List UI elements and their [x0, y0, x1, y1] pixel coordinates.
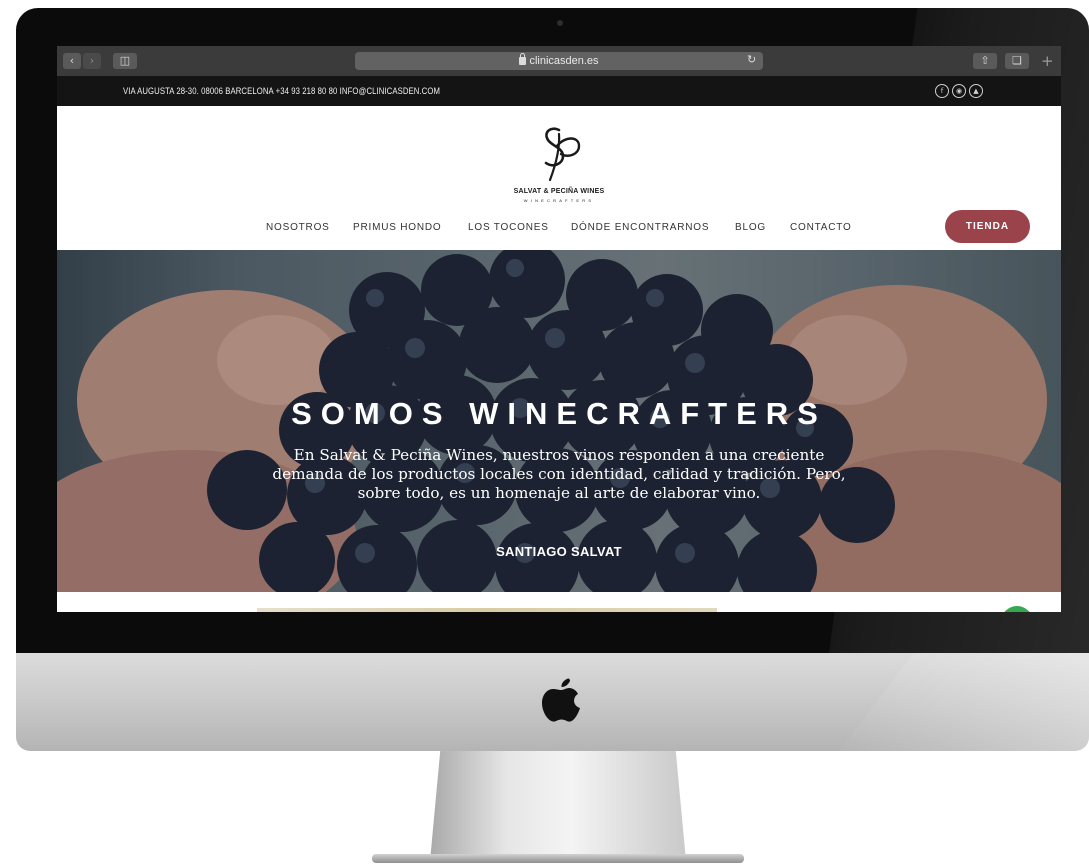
stage: ‹ › ◫ clinicasden.es ↻ ⇧ ❏ + VIA AUGUSTA… [0, 0, 1089, 868]
back-button[interactable]: ‹ [63, 53, 81, 69]
hero-title: SOMOS WINECRAFTERS [291, 396, 827, 431]
apple-logo-icon [542, 678, 580, 722]
nav-item-donde-encontrarnos[interactable]: DÓNDE ENCONTRARNOS [571, 222, 709, 233]
tabs-icon: ❏ [1012, 54, 1022, 67]
address-text: clinicasden.es [355, 52, 763, 70]
sidebar-icon: ◫ [119, 54, 131, 67]
hero-section: SOMOS WINECRAFTERS En Salvat & Peciña Wi… [57, 250, 1061, 592]
tripadvisor-icon[interactable]: ▲ [969, 84, 983, 98]
imac-stand-foot [372, 854, 744, 863]
logo-monogram[interactable] [537, 124, 585, 182]
hero-quote: En Salvat & Peciña Wines, nuestros vinos… [272, 446, 846, 502]
screen: ‹ › ◫ clinicasden.es ↻ ⇧ ❏ + VIA AUGUSTA… [57, 46, 1061, 612]
next-section-peek [57, 592, 1061, 612]
address-bar[interactable]: clinicasden.es ↻ [355, 52, 763, 70]
instagram-icon[interactable]: ◉ [952, 84, 966, 98]
contact-info: VIA AUGUSTA 28-30. 08006 BARCELONA +34 9… [123, 86, 440, 96]
nav-item-contacto[interactable]: CONTACTO [790, 222, 852, 233]
whatsapp-icon[interactable] [1001, 606, 1033, 612]
chevron-right-icon: › [89, 54, 95, 67]
next-section-heading [257, 608, 717, 612]
chin-shine [839, 653, 1089, 751]
social-links: f ◉ ▲ [935, 84, 983, 98]
facebook-icon[interactable]: f [935, 84, 949, 98]
reload-icon[interactable]: ↻ [747, 53, 756, 66]
forward-button[interactable]: › [83, 53, 101, 69]
lock-icon [519, 53, 527, 65]
imac-stand [430, 751, 686, 861]
imac-chin [16, 653, 1089, 751]
camera-dot [557, 20, 563, 26]
logo-name: SALVAT & PECIÑA WINES [513, 188, 605, 195]
url-text: clinicasden.es [529, 55, 599, 67]
site-header: SALVAT & PECIÑA WINES WINECRAFTERS NOSOT… [57, 106, 1061, 250]
share-button[interactable]: ⇧ [973, 53, 997, 69]
logo-tagline: WINECRAFTERS [523, 198, 595, 203]
contact-bar: VIA AUGUSTA 28-30. 08006 BARCELONA +34 9… [57, 76, 1061, 106]
tabs-button[interactable]: ❏ [1005, 53, 1029, 69]
hero-author: SANTIAGO SALVAT [496, 544, 622, 559]
sidebar-toggle-button[interactable]: ◫ [113, 53, 137, 69]
browser-toolbar: ‹ › ◫ clinicasden.es ↻ ⇧ ❏ + [57, 46, 1061, 76]
nav-item-blog[interactable]: BLOG [735, 222, 766, 233]
chevron-left-icon: ‹ [69, 54, 75, 67]
nav-item-los-tocones[interactable]: LOS TOCONES [468, 222, 549, 233]
plus-icon[interactable]: + [1041, 52, 1054, 70]
nav-item-primus-hondo[interactable]: PRIMUS HONDO [353, 222, 442, 233]
share-icon: ⇧ [980, 54, 990, 67]
shop-button[interactable]: TIENDA [945, 210, 1030, 243]
nav-item-nosotros[interactable]: NOSOTROS [266, 222, 330, 233]
